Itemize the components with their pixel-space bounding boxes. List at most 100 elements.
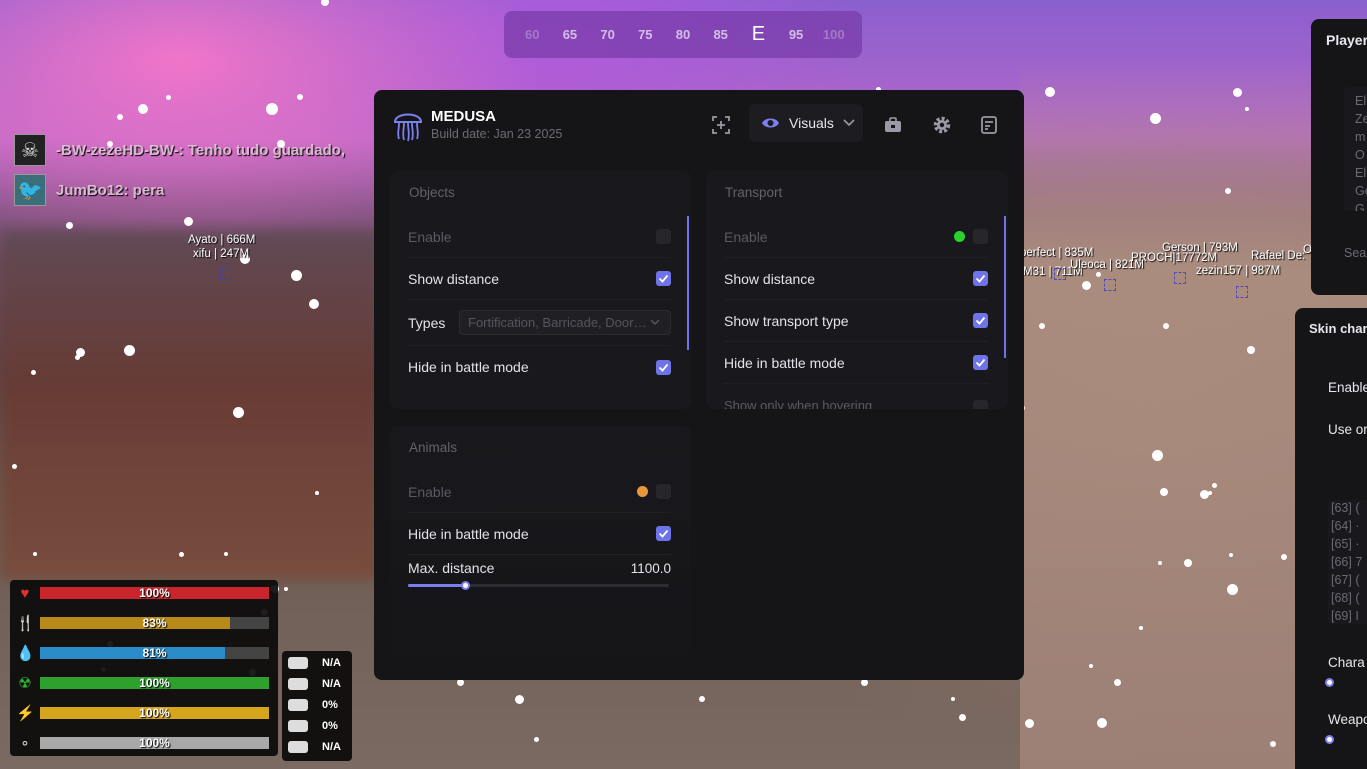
- transport-show-type-option[interactable]: Show transport type: [724, 300, 988, 342]
- max-distance-slider[interactable]: [408, 581, 669, 590]
- objects-show-distance-option[interactable]: Show distance: [408, 258, 671, 300]
- player-entry[interactable]: G: [1355, 202, 1365, 211]
- player-label: Ayato | 666M: [188, 234, 256, 246]
- lightning-icon: ⚡: [16, 705, 35, 722]
- skin-entry[interactable]: [66] 7: [1331, 555, 1362, 569]
- player-list[interactable]: El Ze m O El Ge G: [1344, 87, 1367, 211]
- player-label: PROCH|17772M: [1131, 252, 1218, 264]
- use-on-option[interactable]: Use or: [1328, 422, 1367, 437]
- transport-show-type-checkbox[interactable]: [973, 313, 988, 328]
- snowflake: [958, 713, 966, 721]
- player-marker: [1104, 279, 1116, 291]
- animals-section: Animals Enable Hide in battle mode Max. …: [390, 426, 691, 680]
- color-picker-orange[interactable]: [637, 486, 648, 497]
- snowflake: [1160, 488, 1168, 496]
- objects-scrollbar[interactable]: [687, 216, 689, 350]
- skin-list[interactable]: [63] ( [64] · [65] · [66] 7 [67] ( [68] …: [1328, 500, 1367, 624]
- transport-enable-option[interactable]: Enable: [724, 216, 988, 258]
- skin-entry[interactable]: [64] ·: [1331, 519, 1360, 533]
- equip-value: N/A: [322, 678, 341, 690]
- snowflake: [1270, 741, 1276, 747]
- visuals-tab-select[interactable]: Visuals: [749, 104, 863, 142]
- player-marker: [1236, 286, 1248, 298]
- app-title: MEDUSA: [431, 108, 497, 125]
- objects-hide-battle-checkbox[interactable]: [656, 359, 671, 375]
- snowflake: [1163, 323, 1169, 329]
- equip-value: N/A: [322, 741, 341, 753]
- heart-icon: ♥: [20, 584, 30, 602]
- snowflake: [1199, 489, 1209, 499]
- mask-icon: [288, 678, 308, 690]
- chat-message: 🐦 JumBo12: pera: [14, 174, 164, 206]
- transport-hover-option[interactable]: Show only when hovering: [724, 384, 988, 409]
- animals-enable-checkbox[interactable]: [656, 484, 671, 499]
- animals-enable-option[interactable]: Enable: [408, 471, 671, 513]
- snowflake: [1089, 664, 1093, 668]
- compass-tick: 100: [822, 27, 845, 42]
- snowflake: [1208, 491, 1212, 495]
- snowflake: [138, 104, 148, 114]
- transport-show-distance-option[interactable]: Show distance: [724, 258, 988, 300]
- player-entry[interactable]: El: [1355, 94, 1366, 108]
- snowflake: [1229, 553, 1233, 557]
- character-slider-handle[interactable]: [1325, 678, 1334, 687]
- player-entry[interactable]: Ze: [1355, 112, 1367, 126]
- option-label: Show transport type: [724, 312, 849, 329]
- player-label: zezin157 | 987M: [1196, 265, 1281, 277]
- transport-hide-battle-checkbox[interactable]: [973, 355, 988, 370]
- aim-button[interactable]: [706, 110, 736, 140]
- objects-types-select[interactable]: Fortification, Barricade, Door…: [459, 310, 671, 335]
- radiation-value: 100%: [139, 676, 170, 690]
- snowflake: [1149, 112, 1161, 124]
- transport-hide-battle-option[interactable]: Hide in battle mode: [724, 342, 988, 384]
- search-input[interactable]: Sea: [1344, 246, 1366, 260]
- player-entry[interactable]: O: [1355, 148, 1365, 162]
- snowflake: [1113, 678, 1121, 686]
- weapon-label: Weapo: [1328, 712, 1367, 727]
- transport-enable-checkbox[interactable]: [973, 229, 988, 244]
- compass-tick: 65: [562, 27, 578, 42]
- color-picker-green[interactable]: [954, 231, 965, 242]
- player-entry[interactable]: El: [1355, 166, 1366, 180]
- transport-show-distance-checkbox[interactable]: [973, 271, 988, 286]
- objects-enable-checkbox[interactable]: [656, 229, 671, 244]
- option-label: Hide in battle mode: [724, 354, 845, 371]
- player-marker: [1054, 268, 1066, 280]
- objects-types-option: Types Fortification, Barricade, Door…: [408, 300, 671, 346]
- weapon-slider-handle[interactable]: [1325, 735, 1334, 744]
- misc-button[interactable]: [878, 110, 908, 140]
- settings-button[interactable]: [927, 110, 957, 140]
- skin-entry[interactable]: [69] I: [1331, 609, 1359, 623]
- snowflake: [533, 736, 539, 742]
- skin-entry[interactable]: [65] ·: [1331, 537, 1360, 551]
- skin-entry[interactable]: [68] (: [1331, 591, 1360, 605]
- snowflake: [224, 552, 228, 556]
- enable-option[interactable]: Enable: [1328, 380, 1367, 395]
- skin-entry[interactable]: [67] (: [1331, 573, 1360, 587]
- player-entry[interactable]: m: [1355, 130, 1365, 144]
- snowflake: [1184, 559, 1192, 567]
- config-button[interactable]: [974, 110, 1004, 140]
- compass-tick: 95: [788, 27, 804, 42]
- option-label: Enable: [408, 483, 452, 500]
- animals-hide-battle-option[interactable]: Hide in battle mode: [408, 513, 671, 555]
- slider-fill: [408, 584, 466, 587]
- objects-hide-battle-option[interactable]: Hide in battle mode: [408, 346, 671, 388]
- shirt-icon: [288, 699, 308, 711]
- option-label: Hide in battle mode: [408, 359, 529, 375]
- snowflake: [514, 694, 524, 704]
- transport-scrollbar[interactable]: [1004, 216, 1006, 358]
- snowflake: [1281, 554, 1287, 560]
- objects-enable-option[interactable]: Enable: [408, 216, 671, 258]
- animals-hide-battle-checkbox[interactable]: [656, 526, 671, 541]
- skin-entry[interactable]: [63] (: [1331, 501, 1360, 515]
- equip-row: 0%: [288, 717, 348, 735]
- player-entry[interactable]: Ge: [1355, 184, 1367, 198]
- checkmark-icon: [975, 274, 986, 283]
- config-list-icon: [981, 116, 997, 134]
- transport-hover-checkbox[interactable]: [973, 400, 988, 409]
- slider-handle[interactable]: [461, 581, 471, 590]
- option-label: Hide in battle mode: [408, 525, 529, 542]
- snowflake: [1226, 583, 1238, 595]
- objects-show-distance-checkbox[interactable]: [656, 271, 671, 286]
